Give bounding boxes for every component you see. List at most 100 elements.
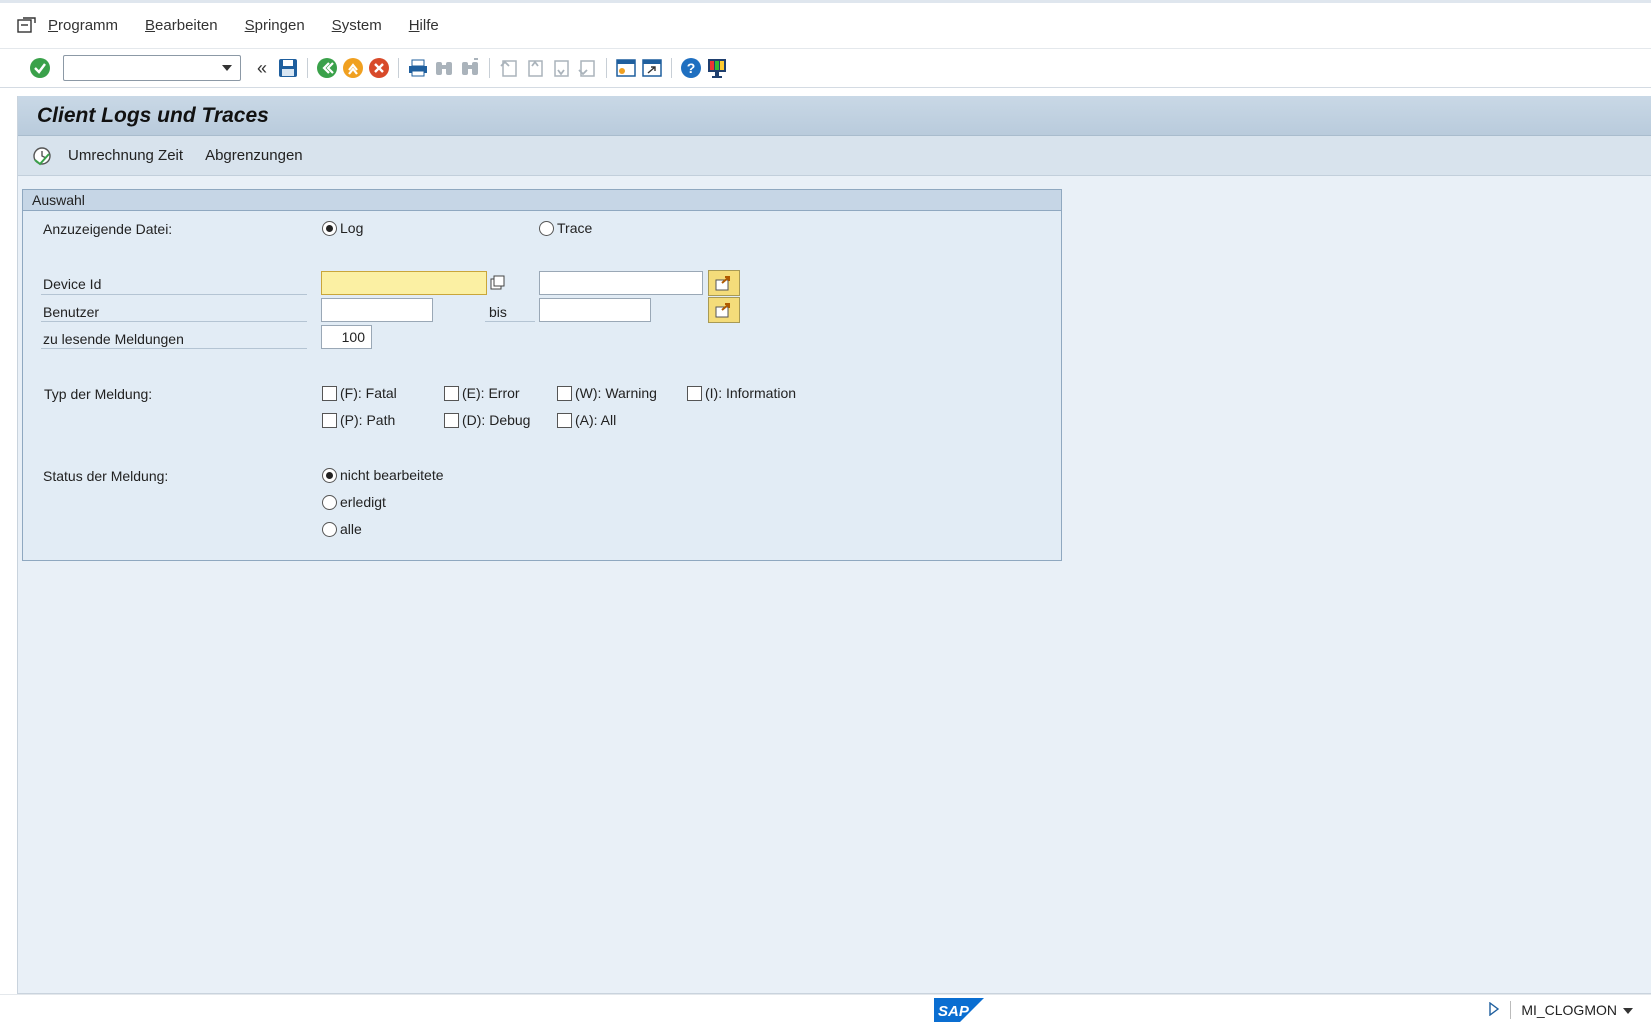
- shortcut-icon[interactable]: [641, 57, 663, 79]
- checkbox-debug-label: (D): Debug: [462, 412, 531, 428]
- user-from-input[interactable]: [321, 298, 433, 322]
- multiple-selection-icon[interactable]: [488, 273, 508, 293]
- file-label: Anzuzeigende Datei:: [43, 221, 173, 237]
- back-icon[interactable]: [316, 57, 338, 79]
- checkbox-fatal[interactable]: (F): Fatal: [322, 385, 397, 401]
- menu-programm-mnemonic: P: [48, 17, 59, 34]
- checkbox-error-box[interactable]: [444, 385, 459, 401]
- checkbox-warning-box[interactable]: [557, 385, 572, 401]
- menu-programm-label: rogramm: [58, 17, 119, 34]
- menu-springen-label: pringen: [254, 17, 305, 34]
- radio-status-unprocessed[interactable]: nicht bearbeitete: [322, 467, 444, 483]
- toolbar-separator: [489, 58, 490, 78]
- user-to-input[interactable]: [539, 298, 651, 322]
- previous-page-icon[interactable]: [524, 57, 546, 79]
- sap-logo-text: SAP: [938, 1003, 970, 1020]
- system-info: MI_CLOGMON: [1488, 1001, 1633, 1019]
- print-icon[interactable]: [407, 57, 429, 79]
- toolbar-separator: [307, 58, 308, 78]
- selection-group: Auswahl Anzuzeigende Datei: Log Trace De…: [22, 189, 1062, 561]
- last-page-icon[interactable]: [576, 57, 598, 79]
- messages-to-read-input[interactable]: 100: [321, 325, 372, 349]
- menu-springen-mnemonic: S: [244, 17, 255, 34]
- radio-status-unprocessed-label: nicht bearbeitete: [340, 467, 444, 483]
- checkbox-error[interactable]: (E): Error: [444, 385, 520, 401]
- menu-springen[interactable]: Springen: [245, 17, 305, 34]
- device-id-multiple-selection-button[interactable]: [708, 270, 740, 296]
- radio-trace[interactable]: Trace: [539, 220, 592, 236]
- radio-status-done[interactable]: erledigt: [322, 494, 386, 510]
- save-icon[interactable]: [277, 57, 299, 79]
- radio-log-button[interactable]: [322, 220, 337, 236]
- find-next-icon[interactable]: [459, 57, 481, 79]
- user-multiple-selection-button[interactable]: [708, 297, 740, 323]
- checkbox-information-box[interactable]: [687, 385, 702, 401]
- restrictions-button[interactable]: Abgrenzungen: [205, 147, 303, 164]
- message-status-label: Status der Meldung:: [43, 468, 169, 484]
- checkbox-all[interactable]: (A): All: [557, 412, 616, 428]
- next-page-icon[interactable]: [550, 57, 572, 79]
- customize-layout-icon[interactable]: [706, 57, 728, 79]
- sap-logo: SAP: [934, 998, 984, 1022]
- convert-time-button[interactable]: Umrechnung Zeit: [68, 147, 183, 164]
- menu-icon[interactable]: [16, 15, 38, 37]
- chevron-down-icon[interactable]: [222, 65, 232, 71]
- radio-log-label: Log: [340, 220, 364, 236]
- enter-icon[interactable]: [29, 57, 51, 79]
- command-field[interactable]: [63, 55, 241, 81]
- user-label: Benutzer: [43, 304, 100, 320]
- svg-text:?: ?: [687, 60, 696, 76]
- checkbox-information[interactable]: (I): Information: [687, 385, 796, 401]
- messages-to-read-underline: [41, 348, 307, 349]
- menu-bearbeiten-mnemonic: B: [145, 17, 156, 34]
- radio-status-all-label: alle: [340, 521, 362, 537]
- radio-status-done-label: erledigt: [340, 494, 386, 510]
- exit-icon[interactable]: [342, 57, 364, 79]
- toolbar-separator: [671, 58, 672, 78]
- menu-bearbeiten[interactable]: Bearbeiten: [145, 17, 218, 34]
- device-id-underline: [41, 294, 307, 295]
- checkbox-all-box[interactable]: [557, 412, 572, 428]
- cancel-icon[interactable]: [368, 57, 390, 79]
- menu-hilfe[interactable]: Hilfe: [409, 17, 439, 34]
- clock-convert-icon[interactable]: [32, 146, 52, 166]
- device-id-from-input[interactable]: [321, 271, 487, 295]
- menu-programm[interactable]: Programm: [48, 17, 118, 34]
- status-bar: SAP MI_CLOGMON: [0, 994, 1651, 1029]
- new-session-icon[interactable]: [615, 57, 637, 79]
- radio-trace-button[interactable]: [539, 220, 554, 236]
- message-type-label: Typ der Meldung:: [44, 386, 153, 402]
- back-double-icon[interactable]: «: [251, 57, 273, 79]
- radio-status-done-button[interactable]: [322, 494, 337, 510]
- menu-system-mnemonic: S: [331, 17, 342, 34]
- title-bar: Client Logs und Traces: [18, 96, 1651, 136]
- device-id-to-input[interactable]: [539, 271, 703, 295]
- toolbar-separator: [398, 58, 399, 78]
- first-page-icon[interactable]: [498, 57, 520, 79]
- checkbox-debug[interactable]: (D): Debug: [444, 412, 530, 428]
- checkbox-information-label: (I): Information: [705, 385, 797, 401]
- chevron-down-icon[interactable]: [1623, 1002, 1633, 1018]
- menu-bearbeiten-label: earbeiten: [155, 17, 218, 34]
- application-toolbar: Umrechnung Zeit Abgrenzungen: [18, 136, 1651, 176]
- radio-status-unprocessed-button[interactable]: [322, 467, 337, 483]
- checkbox-fatal-label: (F): Fatal: [340, 385, 397, 401]
- checkbox-warning[interactable]: (W): Warning: [557, 385, 657, 401]
- menu-system-label: ystem: [341, 17, 382, 34]
- transaction-code[interactable]: MI_CLOGMON: [1521, 1002, 1617, 1018]
- radio-status-all[interactable]: alle: [322, 521, 362, 537]
- help-icon[interactable]: ?: [680, 57, 702, 79]
- menu-system[interactable]: System: [332, 17, 382, 34]
- checkbox-path-box[interactable]: [322, 412, 337, 428]
- checkbox-path[interactable]: (P): Path: [322, 412, 395, 428]
- checkbox-path-label: (P): Path: [340, 412, 396, 428]
- selection-group-title: Auswahl: [23, 190, 1061, 211]
- checkbox-all-label: (A): All: [575, 412, 617, 428]
- play-icon[interactable]: [1488, 1001, 1500, 1019]
- checkbox-fatal-box[interactable]: [322, 385, 337, 401]
- find-icon[interactable]: [433, 57, 455, 79]
- checkbox-error-label: (E): Error: [462, 385, 520, 401]
- radio-status-all-button[interactable]: [322, 521, 337, 537]
- radio-log[interactable]: Log: [322, 220, 363, 236]
- checkbox-debug-box[interactable]: [444, 412, 459, 428]
